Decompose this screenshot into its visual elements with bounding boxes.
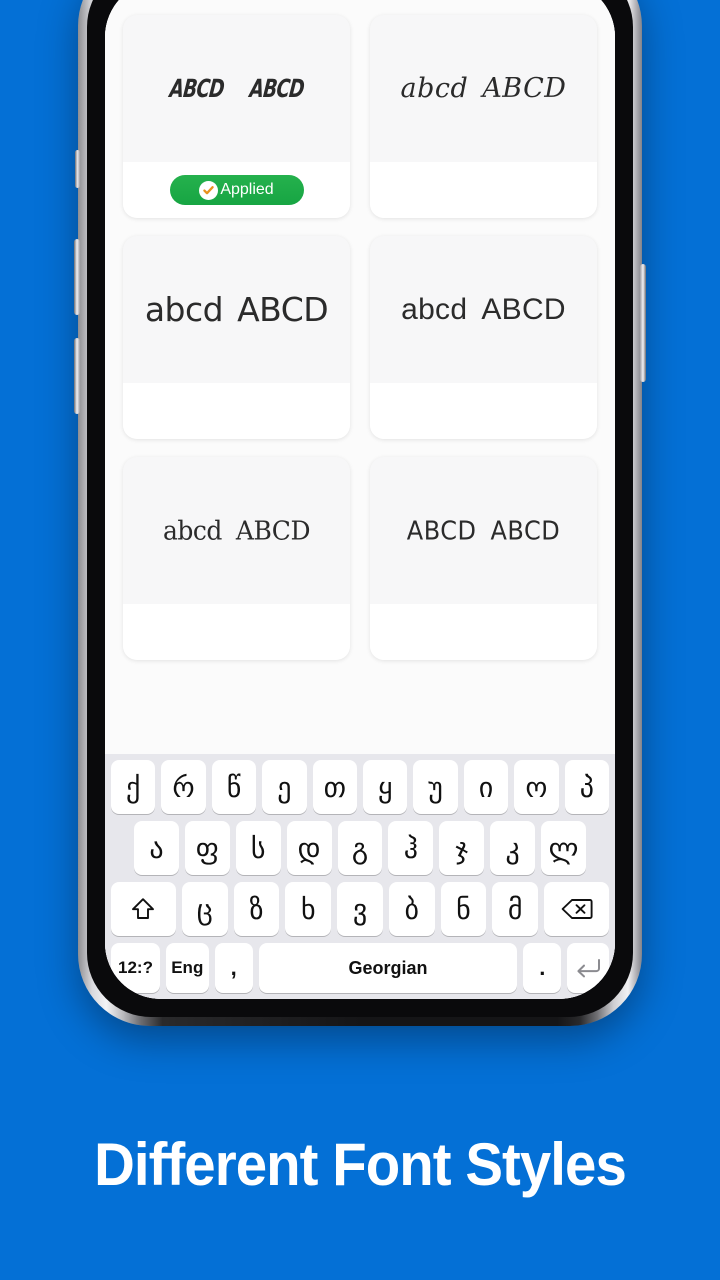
font-card[interactable]: abcd ABCD: [123, 457, 350, 660]
font-preview: abcd ABCD: [370, 236, 597, 383]
font-sample-lower: abcd: [144, 290, 224, 329]
font-preview: abcd ABCD: [123, 457, 350, 604]
comma-key[interactable]: ,: [214, 943, 253, 993]
font-card-footer: [123, 604, 350, 660]
font-card-footer: [370, 383, 597, 439]
key-letter[interactable]: ა: [134, 821, 179, 875]
volume-down-button[interactable]: [74, 338, 80, 414]
key-letter[interactable]: ი: [463, 760, 509, 814]
font-sample-lower: abcd: [163, 515, 222, 546]
key-letter[interactable]: ნ: [440, 882, 487, 936]
phone-mockup: ABCD ABCD Applied abcd ABCD abcd ABCD ab…: [74, 0, 646, 1026]
font-card[interactable]: ABCD ABCD: [370, 457, 597, 660]
font-card[interactable]: abcd ABCD: [370, 15, 597, 218]
font-sample-upper: ABCD: [237, 290, 329, 329]
key-letter[interactable]: ხ: [285, 882, 332, 936]
font-card-footer: [123, 383, 350, 439]
font-preview: ABCD ABCD: [123, 15, 350, 162]
phone-screen: ABCD ABCD Applied abcd ABCD abcd ABCD ab…: [105, 0, 615, 999]
numeric-mode-key[interactable]: 12:?: [111, 943, 160, 993]
key-letter[interactable]: ლ: [541, 821, 587, 875]
power-button[interactable]: [640, 264, 646, 382]
font-sample-upper: ABCD: [481, 292, 566, 326]
key-letter[interactable]: ს: [235, 821, 281, 875]
backspace-icon[interactable]: [544, 882, 610, 936]
font-preview: abcd ABCD: [123, 236, 350, 383]
app-screen: ABCD ABCD Applied abcd ABCD abcd ABCD ab…: [105, 0, 615, 999]
key-letter[interactable]: ქ: [110, 760, 156, 814]
key-letter[interactable]: თ: [312, 760, 357, 814]
font-sample-lower: ABCD: [168, 74, 226, 103]
font-card-footer: Applied: [123, 162, 350, 218]
on-screen-keyboard[interactable]: ქ რ წ ე თ ყ უ ი ო პ ა ფ ს დ გ ჰ ჯ კ ლ ც …: [105, 754, 615, 999]
font-sample-upper: ABCD: [235, 515, 311, 546]
font-card[interactable]: ABCD ABCD Applied: [123, 15, 350, 218]
page-title: Different Font Styles: [94, 1131, 627, 1198]
font-card[interactable]: abcd ABCD: [370, 236, 597, 439]
keyboard-row-3: ც ზ ხ ვ ბ ნ მ: [108, 882, 612, 936]
font-card[interactable]: abcd ABCD: [123, 236, 350, 439]
key-letter[interactable]: დ: [286, 821, 332, 875]
key-letter[interactable]: ბ: [388, 882, 435, 936]
key-letter[interactable]: ჯ: [439, 821, 485, 875]
font-preview: ABCD ABCD: [370, 457, 597, 604]
key-letter[interactable]: ფ: [184, 821, 230, 875]
volume-up-button[interactable]: [74, 239, 80, 315]
font-card-footer: [370, 604, 597, 660]
applied-label: Applied: [220, 181, 274, 198]
key-letter[interactable]: ზ: [233, 882, 280, 936]
font-sample-upper: ABCD: [490, 515, 561, 546]
silence-switch-button[interactable]: [75, 150, 80, 188]
applied-badge[interactable]: Applied: [169, 175, 304, 205]
space-key[interactable]: Georgian: [258, 943, 518, 993]
font-sample-lower: ABCD: [406, 515, 477, 546]
font-style-grid[interactable]: ABCD ABCD Applied abcd ABCD abcd ABCD ab…: [105, 0, 615, 754]
keyboard-row-1: ქ რ წ ე თ ყ უ ი ო პ: [108, 760, 612, 814]
key-letter[interactable]: ვ: [337, 882, 383, 936]
shift-arrow-icon[interactable]: [111, 882, 176, 936]
key-letter[interactable]: მ: [492, 882, 539, 936]
font-sample-upper: ABCD: [482, 73, 567, 104]
keyboard-row-4: 12:? Eng , Georgian .: [108, 943, 612, 993]
key-letter[interactable]: გ: [337, 821, 383, 875]
key-letter[interactable]: პ: [564, 760, 610, 814]
phone-bezel: ABCD ABCD Applied abcd ABCD abcd ABCD ab…: [87, 0, 633, 1017]
font-sample-upper: ABCD: [247, 74, 305, 103]
key-letter[interactable]: წ: [211, 760, 257, 814]
font-preview: abcd ABCD: [370, 15, 597, 162]
key-letter[interactable]: ო: [514, 760, 559, 814]
language-switch-key[interactable]: Eng: [165, 943, 209, 993]
key-letter[interactable]: ყ: [363, 760, 408, 814]
key-letter[interactable]: კ: [490, 821, 536, 875]
period-key[interactable]: .: [523, 943, 562, 993]
key-letter[interactable]: ც: [181, 882, 228, 936]
font-sample-lower: abcd: [401, 292, 468, 326]
key-letter[interactable]: ე: [262, 760, 307, 814]
key-letter[interactable]: უ: [413, 760, 458, 814]
key-letter[interactable]: ჰ: [388, 821, 434, 875]
return-icon[interactable]: [567, 943, 609, 993]
font-card-footer: [370, 162, 597, 218]
key-letter[interactable]: რ: [161, 760, 206, 814]
check-circle-icon: [199, 180, 219, 200]
keyboard-row-2: ა ფ ს დ გ ჰ ჯ კ ლ: [108, 821, 612, 875]
font-sample-lower: abcd: [400, 73, 469, 104]
